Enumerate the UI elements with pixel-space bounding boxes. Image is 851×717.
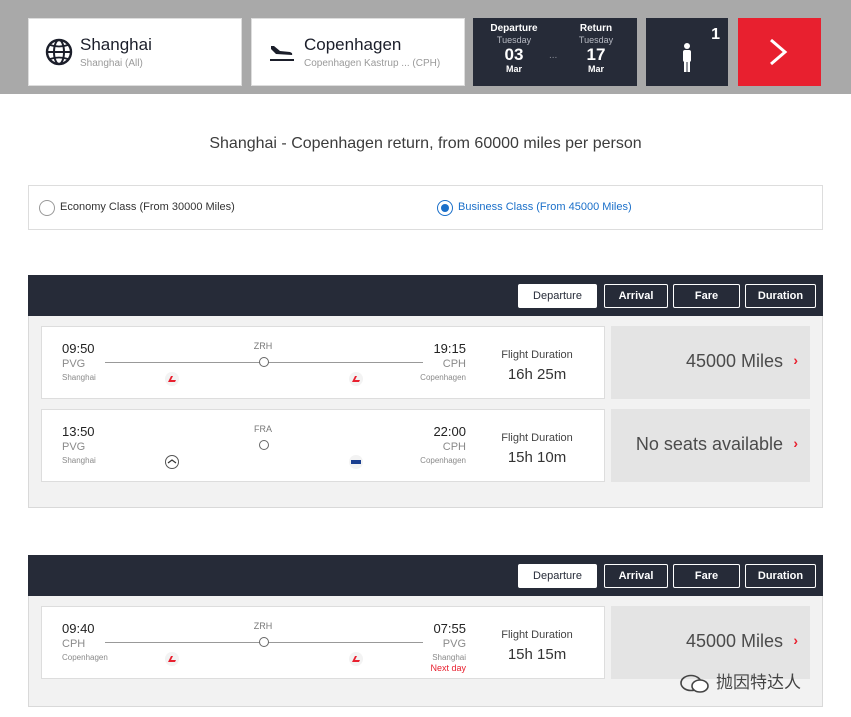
stopover-dot xyxy=(259,440,269,450)
search-button[interactable] xyxy=(738,18,821,86)
arrival-city: Copenhagen xyxy=(420,456,466,465)
return-date[interactable]: Return Tuesday 17 Mar xyxy=(561,23,631,74)
sort-arrival-button[interactable]: Arrival xyxy=(604,284,668,308)
return-label: Return xyxy=(579,23,613,34)
destination-field[interactable]: Copenhagen Copenhagen Kastrup ... (CPH) xyxy=(251,18,465,86)
departure-label: Departure xyxy=(490,23,538,34)
stopover-code: ZRH xyxy=(253,341,273,351)
stopover-code: FRA xyxy=(254,424,272,434)
economy-class-option[interactable]: Economy Class (From 30000 Miles) xyxy=(28,185,428,230)
departure-city: Shanghai xyxy=(62,456,96,465)
flight-row: 13:50 PVG Shanghai FRA 22:00 CPH Copenha… xyxy=(41,409,810,482)
sas-airline-icon xyxy=(349,455,363,469)
duration-label: Flight Duration xyxy=(501,432,573,444)
wechat-icon xyxy=(680,674,709,693)
departure-time: 09:40 xyxy=(62,621,95,636)
economy-radio[interactable] xyxy=(39,200,55,216)
destination-airport: Copenhagen Kastrup ... (CPH) xyxy=(304,58,441,69)
arrival-time: 07:55 xyxy=(433,621,466,636)
chevron-right-icon: › xyxy=(793,352,798,368)
route-title: Shanghai - Copenhagen return, from 60000… xyxy=(209,135,642,152)
date-selector[interactable]: Departure Tuesday 03 Mar ... Return Tues… xyxy=(473,18,637,86)
plane-landing-icon xyxy=(270,46,294,61)
watermark-text: 抛因特达人 xyxy=(716,673,801,692)
next-day-label: Next day xyxy=(430,663,466,673)
flight-card: 09:50 PVG Shanghai ZRH 19:15 CPH Copenha… xyxy=(41,326,605,399)
flight-row: 09:50 PVG Shanghai ZRH 19:15 CPH Copenha… xyxy=(41,326,810,399)
duration-value: 15h 15m xyxy=(507,646,567,663)
price-value: 45000 Miles xyxy=(685,631,783,651)
chevron-right-icon xyxy=(770,38,788,66)
swiss-airline-icon xyxy=(165,372,179,386)
stopover-dot xyxy=(259,357,269,367)
sort-bar: Departure Arrival Fare Duration xyxy=(28,275,823,316)
origin-field[interactable]: Shanghai Shanghai (All) xyxy=(28,18,242,86)
departure-city: Copenhagen xyxy=(62,653,108,662)
person-icon xyxy=(683,43,691,72)
stopover-dot xyxy=(259,637,269,647)
price-button[interactable]: No seats available › xyxy=(611,409,810,482)
departure-time: 13:50 xyxy=(62,424,95,439)
return-day: 17 xyxy=(586,45,606,64)
price-button[interactable]: 45000 Miles › xyxy=(611,326,810,399)
passenger-selector[interactable]: 1 xyxy=(646,18,728,86)
duration-value: 16h 25m xyxy=(507,366,567,383)
flight-card: 09:40 CPH Copenhagen ZRH 07:55 PVG Shang… xyxy=(41,606,605,679)
duration-label: Flight Duration xyxy=(501,349,573,361)
business-class-label: Business Class (From 45000 Miles) xyxy=(458,201,632,213)
economy-class-label: Economy Class (From 30000 Miles) xyxy=(60,201,235,213)
arrival-city: Shanghai xyxy=(432,653,466,662)
arrival-airport-code: CPH xyxy=(442,441,466,453)
search-bar: Shanghai Shanghai (All) Copenhagen Copen… xyxy=(0,0,851,94)
swiss-airline-icon xyxy=(165,652,179,666)
price-value: No seats available xyxy=(635,434,783,454)
watermark: 抛因特达人 xyxy=(680,668,801,694)
departure-day: 03 xyxy=(504,45,524,64)
arrival-city: Copenhagen xyxy=(420,373,466,382)
chevron-right-icon: › xyxy=(793,435,798,451)
business-radio[interactable] xyxy=(437,200,453,216)
departure-weekday: Tuesday xyxy=(496,35,532,45)
chevron-right-icon: › xyxy=(793,632,798,648)
sort-fare-button[interactable]: Fare xyxy=(673,284,740,308)
flight-card: 13:50 PVG Shanghai FRA 22:00 CPH Copenha… xyxy=(41,409,605,482)
globe-icon xyxy=(45,38,73,66)
departure-time: 09:50 xyxy=(62,341,95,356)
swiss-airline-icon xyxy=(349,652,363,666)
swiss-airline-icon xyxy=(349,372,363,386)
departure-airport-code: PVG xyxy=(62,358,86,370)
outbound-flights-panel: Departure Arrival Fare Duration 09:50 PV… xyxy=(28,275,823,508)
departure-month: Mar xyxy=(505,64,522,74)
departure-airport-code: CPH xyxy=(62,638,86,650)
business-class-option[interactable]: Business Class (From 45000 Miles) xyxy=(427,185,823,230)
sort-fare-button[interactable]: Fare xyxy=(673,564,740,588)
price-value: 45000 Miles xyxy=(685,351,783,371)
return-weekday: Tuesday xyxy=(578,35,614,45)
departure-date[interactable]: Departure Tuesday 03 Mar xyxy=(479,23,549,74)
sort-duration-button[interactable]: Duration xyxy=(745,284,816,308)
passenger-count: 1 xyxy=(711,26,720,43)
duration-label: Flight Duration xyxy=(501,629,573,641)
sort-duration-button[interactable]: Duration xyxy=(745,564,816,588)
origin-city: Shanghai xyxy=(80,35,152,54)
arrival-airport-code: CPH xyxy=(442,358,466,370)
date-separator: ... xyxy=(549,50,558,61)
lufthansa-airline-icon xyxy=(165,455,179,469)
sort-bar: Departure Arrival Fare Duration xyxy=(28,555,823,596)
sort-arrival-button[interactable]: Arrival xyxy=(604,564,668,588)
origin-airport: Shanghai (All) xyxy=(80,58,143,69)
destination-city: Copenhagen xyxy=(304,35,402,54)
arrival-time: 19:15 xyxy=(433,341,466,356)
departure-city: Shanghai xyxy=(62,373,96,382)
return-month: Mar xyxy=(587,64,604,74)
sort-departure-button[interactable]: Departure xyxy=(518,284,597,308)
departure-airport-code: PVG xyxy=(62,441,86,453)
arrival-time: 22:00 xyxy=(433,424,466,439)
duration-value: 15h 10m xyxy=(507,449,567,466)
stopover-code: ZRH xyxy=(253,621,273,631)
arrival-airport-code: PVG xyxy=(442,638,466,650)
sort-departure-button[interactable]: Departure xyxy=(518,564,597,588)
